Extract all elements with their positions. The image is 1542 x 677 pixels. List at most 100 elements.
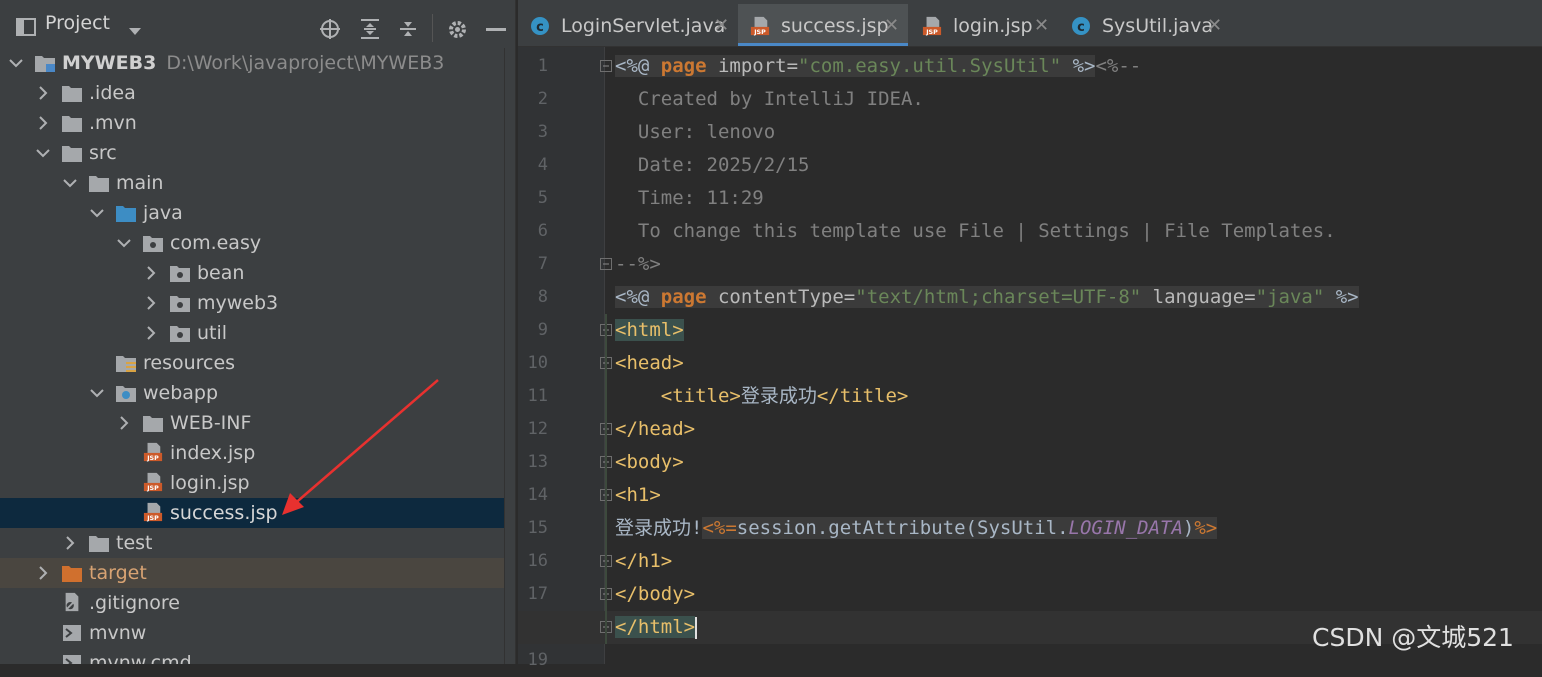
- chevron-right-icon[interactable]: [35, 78, 51, 108]
- project-tree: MYWEB3 D:\Work\javaproject\MYWEB3 .idea .…: [0, 48, 515, 664]
- close-icon[interactable]: ✕: [1207, 4, 1222, 48]
- tree-item-label: com.easy: [170, 232, 262, 254]
- tree-item-label: src: [89, 142, 117, 164]
- tree-item-src[interactable]: src: [0, 138, 515, 168]
- line-number: 13: [527, 452, 548, 472]
- code-line-2: Created by IntelliJ IDEA.: [615, 88, 924, 110]
- svg-text:JSP: JSP: [753, 29, 766, 36]
- hide-icon[interactable]: [486, 28, 506, 31]
- tree-item-label: test: [116, 532, 153, 554]
- toolbar-separator: [432, 14, 433, 42]
- chevron-right-icon[interactable]: [143, 258, 159, 288]
- tree-item-java[interactable]: java: [0, 198, 515, 228]
- chevron-down-icon[interactable]: [89, 378, 105, 408]
- package-icon: [170, 266, 190, 282]
- line-number: 8: [537, 287, 548, 307]
- tab-login-jsp[interactable]: JSP login.jsp ✕: [910, 4, 1055, 46]
- tree-item-bean[interactable]: bean: [0, 258, 515, 288]
- chevron-right-icon[interactable]: [143, 318, 159, 348]
- module-path: D:\Work\javaproject\MYWEB3: [166, 52, 445, 74]
- close-icon[interactable]: ✕: [1034, 4, 1049, 48]
- tree-item-resources[interactable]: resources: [0, 348, 515, 378]
- svg-text:JSP: JSP: [146, 485, 159, 492]
- java-class-icon: c: [531, 17, 549, 35]
- tab-label: login.jsp: [953, 15, 1033, 37]
- tree-item-label: main: [116, 172, 164, 194]
- expand-all-icon[interactable]: [359, 18, 381, 40]
- chevron-down-icon[interactable]: [89, 198, 105, 228]
- tree-item-mvn[interactable]: .mvn: [0, 108, 515, 138]
- fold-icon[interactable]: [600, 60, 612, 72]
- tree-item-label: bean: [197, 262, 245, 284]
- tree-item-label: util: [197, 322, 228, 344]
- module-folder-icon: [35, 56, 55, 72]
- tab-loginservlet-java[interactable]: c LoginServlet.java ✕: [518, 4, 736, 46]
- line-number: 7: [537, 254, 548, 274]
- tree-item-label: index.jsp: [170, 442, 256, 464]
- line-number: 6: [537, 221, 548, 241]
- folder-icon: [143, 416, 163, 432]
- line-number: 19: [527, 650, 548, 670]
- tree-item-util[interactable]: util: [0, 318, 515, 348]
- close-icon[interactable]: ✕: [714, 4, 729, 48]
- code-line-7: --%>: [615, 253, 661, 275]
- tree-item-label: success.jsp: [170, 502, 278, 524]
- tree-item-label: java: [143, 202, 183, 224]
- tree-item-gitignore[interactable]: .gitignore: [0, 588, 515, 618]
- code-line-6: To change this template use File | Setti…: [615, 220, 1336, 242]
- chevron-down-icon[interactable]: [116, 228, 132, 258]
- gear-icon[interactable]: [447, 19, 468, 40]
- tree-item-label: .mvn: [89, 112, 137, 134]
- tree-item-test[interactable]: test: [0, 528, 515, 558]
- chevron-down-icon[interactable]: [35, 138, 51, 168]
- tree-item-myweb3[interactable]: MYWEB3 D:\Work\javaproject\MYWEB3: [0, 48, 515, 78]
- code-editor[interactable]: 1 2 3 4 5 6 7 8 9 10 11 12 13 14 15 16 1…: [518, 47, 1542, 670]
- gitignore-file-icon: [65, 592, 79, 612]
- tab-label: success.jsp: [781, 15, 889, 37]
- code-line-16: </h1>: [615, 550, 673, 572]
- chevron-right-icon[interactable]: [35, 558, 51, 588]
- tree-item-idea[interactable]: .idea: [0, 78, 515, 108]
- tree-item-main[interactable]: main: [0, 168, 515, 198]
- close-icon[interactable]: ✕: [884, 4, 899, 48]
- tree-item-label: .gitignore: [89, 592, 180, 614]
- text-cursor: [695, 616, 698, 639]
- collapse-all-icon[interactable]: [397, 18, 419, 40]
- jsp-file-icon: JSP: [143, 472, 163, 492]
- line-number: 17: [527, 584, 548, 604]
- jsp-file-icon: JSP: [143, 502, 163, 522]
- script-file-icon: [63, 655, 81, 664]
- source-folder-icon: [116, 206, 136, 222]
- line-number: 5: [537, 188, 548, 208]
- chevron-right-icon[interactable]: [62, 528, 78, 558]
- tree-item-mvnw-cmd[interactable]: mvnw.cmd: [0, 648, 515, 664]
- chevron-right-icon[interactable]: [35, 108, 51, 138]
- fold-icon[interactable]: [600, 258, 612, 270]
- project-scrollbar[interactable]: [504, 48, 515, 664]
- project-view-icon[interactable]: [16, 18, 36, 36]
- tree-item-myweb3-package[interactable]: myweb3: [0, 288, 515, 318]
- excluded-folder-icon: [62, 566, 82, 582]
- locate-icon[interactable]: [319, 18, 341, 40]
- chevron-right-icon[interactable]: [143, 288, 159, 318]
- line-number: 10: [527, 353, 548, 373]
- chevron-down-icon[interactable]: [8, 48, 24, 78]
- jsp-file-icon: JSP: [922, 16, 942, 36]
- chevron-down-icon[interactable]: [62, 168, 78, 198]
- tab-sysutil-java[interactable]: c SysUtil.java ✕: [1059, 4, 1234, 46]
- resources-folder-icon: [116, 356, 136, 372]
- project-panel-title[interactable]: Project: [45, 12, 110, 34]
- code-line-11: <title>登录成功</title>: [660, 385, 909, 407]
- tree-item-target[interactable]: target: [0, 558, 515, 588]
- line-number: 14: [527, 485, 548, 505]
- jsp-file-icon: JSP: [750, 16, 770, 36]
- tab-success-jsp[interactable]: JSP success.jsp ✕: [738, 4, 908, 46]
- chevron-right-icon[interactable]: [116, 408, 132, 438]
- tree-item-label: myweb3: [197, 292, 279, 314]
- chevron-down-icon[interactable]: [128, 27, 142, 36]
- line-number: 3: [537, 122, 548, 142]
- tree-item-com-easy[interactable]: com.easy: [0, 228, 515, 258]
- folder-icon: [89, 176, 109, 192]
- tree-item-mvnw[interactable]: mvnw: [0, 618, 515, 648]
- tree-item-label: login.jsp: [170, 472, 250, 494]
